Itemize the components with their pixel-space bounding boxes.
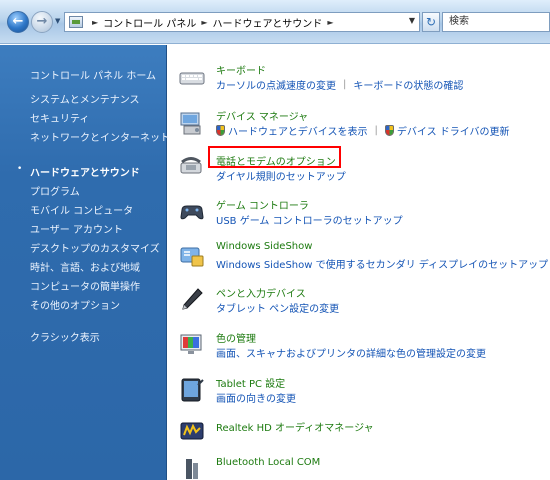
sidebar-item-ease-of-access[interactable]: コンピュータの簡単操作 xyxy=(30,278,140,293)
link-divider: | xyxy=(374,125,378,136)
task-link[interactable]: デバイス ドライバの更新 xyxy=(397,123,510,138)
refresh-button[interactable]: ↻ xyxy=(422,12,440,32)
sidebar: コントロール パネル ホーム システムとメンテナンス セキュリティ ネットワーク… xyxy=(0,45,170,480)
device-manager-icon xyxy=(180,112,201,135)
task-link[interactable]: 画面、スキャナおよびプリンタの詳細な色の管理設定の変更 xyxy=(216,345,486,360)
sideshow-icon xyxy=(180,247,204,267)
sidebar-item-system-maintenance[interactable]: システムとメンテナンス xyxy=(30,91,140,106)
tablet-pc-icon xyxy=(181,378,204,402)
address-dropdown-icon[interactable]: ▼ xyxy=(409,16,415,25)
task-link[interactable]: カーソルの点滅速度の変更 xyxy=(216,77,336,92)
category-title[interactable]: Tablet PC 設定 xyxy=(216,375,285,390)
category-list: キーボード カーソルの点滅速度の変更 | キーボードの状態の確認 デバイス マネ… xyxy=(168,45,550,480)
address-bar[interactable]: ► コントロール パネル ► ハードウェアとサウンド ► ▼ xyxy=(64,12,420,32)
breadcrumb-separator-icon[interactable]: ► xyxy=(92,18,98,27)
search-input[interactable]: 検索 xyxy=(442,12,550,32)
sidebar-item-clock-language[interactable]: 時計、言語、および地域 xyxy=(30,259,140,274)
category-title[interactable]: ゲーム コントローラ xyxy=(216,197,309,212)
active-bullet-icon: • xyxy=(17,164,23,174)
sidebar-item-mobile-pc[interactable]: モバイル コンピュータ xyxy=(30,202,133,217)
sidebar-item-security[interactable]: セキュリティ xyxy=(30,110,89,125)
bluetooth-icon xyxy=(186,459,198,479)
category-title[interactable]: キーボード xyxy=(216,62,266,77)
color-management-icon xyxy=(180,334,202,354)
back-button[interactable]: ← xyxy=(7,11,29,33)
category-title[interactable]: デバイス マネージャ xyxy=(216,108,308,123)
control-panel-icon xyxy=(69,16,83,28)
link-divider: | xyxy=(343,79,347,90)
breadcrumb-hardware-sound[interactable]: ハードウェアとサウンド xyxy=(213,15,323,30)
realtek-audio-icon xyxy=(180,422,204,440)
breadcrumb: ► コントロール パネル ► ハードウェアとサウンド ► xyxy=(87,15,338,30)
task-link[interactable]: キーボードの状態の確認 xyxy=(353,77,463,92)
sidebar-item-hardware-sound[interactable]: ハードウェアとサウンド xyxy=(30,164,140,179)
keyboard-icon xyxy=(179,72,205,85)
uac-shield-icon xyxy=(384,125,394,136)
address-toolbar: ← → ▼ ► コントロール パネル ► ハードウェアとサウンド ► ▼ ↻ 検… xyxy=(0,0,550,44)
task-link[interactable]: Windows SideShow で使用するセカンダリ ディスプレイのセットアッ… xyxy=(216,256,548,271)
sidebar-classic-view[interactable]: クラシック表示 xyxy=(30,329,100,344)
sidebar-item-personalization[interactable]: デスクトップのカスタマイズ xyxy=(30,240,160,255)
sidebar-item-programs[interactable]: プログラム xyxy=(30,183,80,198)
phone-modem-icon xyxy=(180,157,202,174)
category-title[interactable]: Windows SideShow xyxy=(216,241,312,252)
breadcrumb-control-panel[interactable]: コントロール パネル xyxy=(103,15,196,30)
category-title[interactable]: 電話とモデムのオプション xyxy=(216,153,336,168)
uac-shield-icon xyxy=(216,125,225,136)
pen-input-icon xyxy=(182,288,203,310)
sidebar-item-other-options[interactable]: その他のオプション xyxy=(30,297,120,312)
task-link[interactable]: タブレット ペン設定の変更 xyxy=(216,300,339,315)
task-link[interactable]: USB ゲーム コントローラのセットアップ xyxy=(216,212,403,227)
category-title[interactable]: Realtek HD オーディオマネージャ xyxy=(216,419,374,434)
task-link[interactable]: ハードウェアとデバイスを表示 xyxy=(228,123,368,138)
task-link[interactable]: ダイヤル規則のセットアップ xyxy=(216,168,346,183)
category-title[interactable]: Bluetooth Local COM xyxy=(216,457,320,468)
forward-button[interactable]: → xyxy=(31,11,53,33)
sidebar-item-user-accounts[interactable]: ユーザー アカウント xyxy=(30,221,123,236)
task-link[interactable]: 画面の向きの変更 xyxy=(216,390,296,405)
recent-pages-dropdown-icon[interactable]: ▼ xyxy=(55,17,60,25)
game-controller-icon xyxy=(180,205,204,220)
category-title[interactable]: ペンと入力デバイス xyxy=(216,285,306,300)
sidebar-item-network[interactable]: ネットワークとインターネット xyxy=(30,129,170,144)
sidebar-home-link[interactable]: コントロール パネル ホーム xyxy=(30,67,156,82)
breadcrumb-separator-icon[interactable]: ► xyxy=(327,18,333,27)
category-title[interactable]: 色の管理 xyxy=(216,330,256,345)
breadcrumb-separator-icon[interactable]: ► xyxy=(201,18,207,27)
